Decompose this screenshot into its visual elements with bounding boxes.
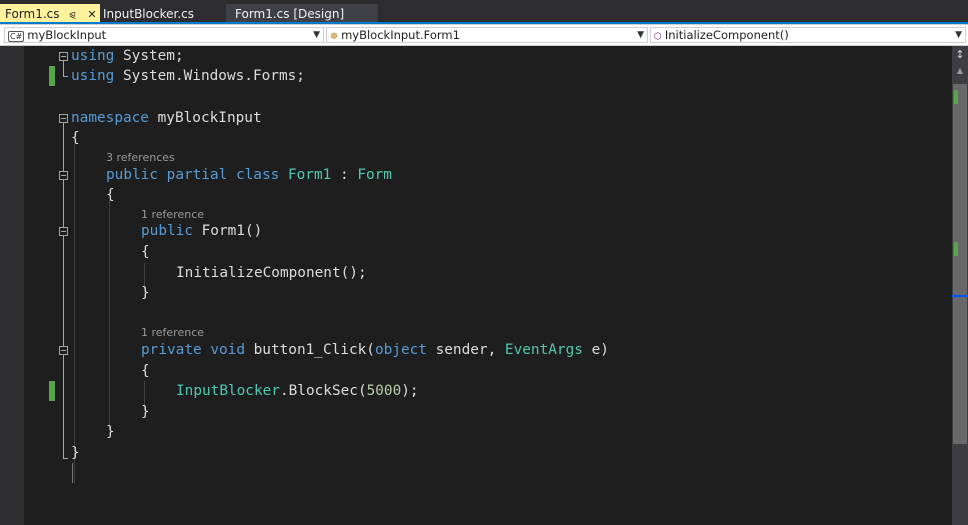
code-line-10: InitializeComponent(); xyxy=(0,263,940,283)
code-text: Form1() xyxy=(192,223,263,239)
code-text: ); xyxy=(401,383,419,399)
class-icon: ☸ xyxy=(330,32,339,42)
type-name: Form1 xyxy=(287,167,332,183)
codelens-references[interactable]: 1 reference xyxy=(141,208,204,222)
code-line-14: { xyxy=(0,361,940,381)
tab-label: Form1.cs [Design] xyxy=(235,7,345,21)
navigation-bar: C# myBlockInput ▼ ☸ myBlockInput.Form1 ▼ ⬡… xyxy=(0,24,968,46)
change-map-marker xyxy=(954,90,958,104)
code-text: } xyxy=(106,424,115,440)
caret-position-marker xyxy=(952,295,968,297)
project-dropdown-value: myBlockInput xyxy=(27,28,107,42)
scrollbar-thumb[interactable] xyxy=(953,84,967,444)
code-text: } xyxy=(141,404,150,420)
keyword: public xyxy=(141,223,193,239)
code-text: myBlockInput xyxy=(148,110,262,126)
code-text: : xyxy=(331,167,358,183)
change-map-marker xyxy=(954,242,958,256)
chevron-down-icon: ▼ xyxy=(955,30,962,40)
code-line-1: using System; xyxy=(0,46,940,66)
code-text: { xyxy=(141,244,150,260)
keyword: using xyxy=(71,48,115,64)
chevron-down-icon: ▼ xyxy=(313,30,320,40)
method-icon: ⬡ xyxy=(654,32,662,42)
keyword: public xyxy=(106,167,158,183)
tab-inputblocker-cs[interactable]: InputBlocker.cs xyxy=(103,4,223,24)
tab-form1-design[interactable]: Form1.cs [Design] xyxy=(226,4,378,24)
code-editor[interactable]: using System; using System.Windows.Forms… xyxy=(0,46,952,525)
code-text: System.Windows.Forms; xyxy=(114,68,305,84)
vertical-scrollbar[interactable]: ↕ ▲ xyxy=(952,46,968,525)
codelens-class: 3 references xyxy=(0,150,940,166)
type-name: InputBlocker xyxy=(176,383,280,399)
code-text: } xyxy=(71,445,80,461)
code-line-7: { xyxy=(0,185,940,205)
code-line-8: public Form1() xyxy=(0,221,940,241)
caret-guide xyxy=(72,463,73,483)
code-line-9: { xyxy=(0,242,940,262)
document-tab-strip: Form1.cs ⪨ ✕ InputBlocker.cs Form1.cs [D… xyxy=(0,0,968,24)
code-text: } xyxy=(141,285,150,301)
keyword: class xyxy=(235,167,280,183)
type-name: EventArgs xyxy=(504,342,583,358)
keyword: partial xyxy=(166,167,228,183)
csharp-project-icon: C# xyxy=(8,31,25,42)
type-dropdown-value: myBlockInput.Form1 xyxy=(341,28,460,42)
project-dropdown[interactable]: C# myBlockInput ▼ xyxy=(4,27,324,43)
keyword: void xyxy=(210,342,245,358)
type-dropdown[interactable]: ☸ myBlockInput.Form1 ▼ xyxy=(326,27,648,43)
type-name: Form xyxy=(357,167,392,183)
code-text: .BlockSec( xyxy=(279,383,367,399)
tab-form1-cs[interactable]: Form1.cs ⪨ ✕ xyxy=(0,4,100,24)
tab-label: Form1.cs xyxy=(5,7,60,21)
code-line-15: InputBlocker.BlockSec(5000); xyxy=(0,381,940,401)
code-line-16: } xyxy=(0,402,940,422)
tab-label: InputBlocker.cs xyxy=(103,7,194,21)
code-line-18: } xyxy=(0,443,940,463)
keyword: using xyxy=(71,68,115,84)
code-line-4: namespace myBlockInput xyxy=(0,108,940,128)
codelens-references[interactable]: 3 references xyxy=(106,151,175,165)
scroll-up-arrow-icon[interactable]: ▲ xyxy=(952,64,968,78)
keyword: object xyxy=(374,342,427,358)
code-line-11: } xyxy=(0,283,940,303)
codelens-click: 1 reference xyxy=(0,325,940,341)
code-text: sender, xyxy=(426,342,505,358)
member-dropdown-value: InitializeComponent() xyxy=(664,28,789,42)
code-text: System; xyxy=(114,48,184,64)
code-text: { xyxy=(141,363,150,379)
code-text: { xyxy=(71,130,80,146)
keyword: namespace xyxy=(71,110,149,126)
code-line-5: { xyxy=(0,128,940,148)
number-literal: 5000 xyxy=(366,383,402,399)
code-line-17: } xyxy=(0,422,940,442)
code-line-2: using System.Windows.Forms; xyxy=(0,66,940,86)
member-dropdown[interactable]: ⬡ InitializeComponent() ▼ xyxy=(650,27,966,43)
code-text: e) xyxy=(582,342,609,358)
code-line-6: public partial class Form1 : Form xyxy=(0,165,940,185)
split-window-icon[interactable]: ↕ xyxy=(953,48,967,62)
codelens-references[interactable]: 1 reference xyxy=(141,326,204,340)
code-text: button1_Click( xyxy=(244,342,375,358)
chevron-down-icon: ▼ xyxy=(637,30,644,40)
keyword: private xyxy=(141,342,202,358)
code-text: InitializeComponent(); xyxy=(176,265,367,281)
code-line-13: private void button1_Click(object sender… xyxy=(0,340,940,360)
code-text: { xyxy=(106,187,115,203)
